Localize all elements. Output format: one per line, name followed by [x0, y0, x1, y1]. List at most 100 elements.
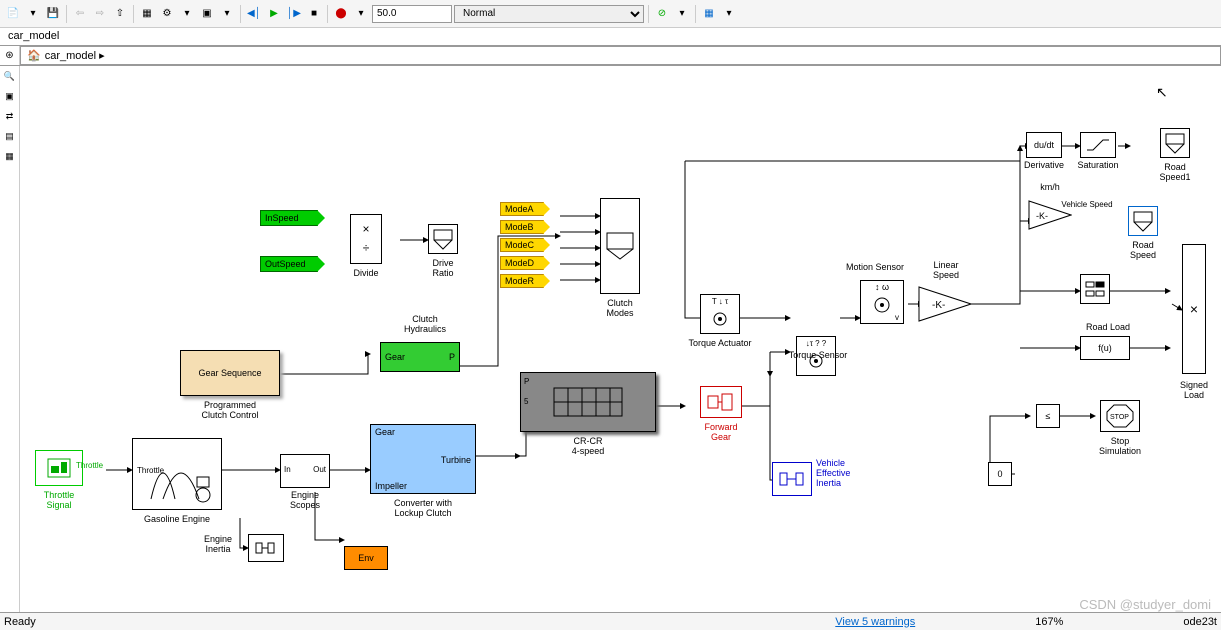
mode-d-tag[interactable]: ModeD	[500, 256, 544, 270]
dropdown2-icon[interactable]: ▾	[178, 5, 196, 23]
svg-text:STOP: STOP	[1110, 414, 1129, 421]
road-load-block[interactable]: f(u)	[1080, 336, 1130, 360]
zoom-icon[interactable]: 🔍	[2, 68, 18, 84]
status-bar: Ready View 5 warnings 167% ode23t	[0, 612, 1221, 630]
divide-block[interactable]: × ÷	[350, 214, 382, 264]
signed-load-label: Signed Load	[1170, 380, 1218, 400]
kmh-label: km/h	[1030, 182, 1070, 192]
model-browser-icon[interactable]: ⊛	[0, 46, 20, 65]
stop-sim-label: Stop Simulation	[1092, 436, 1148, 456]
stop-icon[interactable]: ■	[305, 5, 323, 23]
throttle-signal-label: Throttle Signal	[35, 490, 83, 510]
road-speed-label: Road Speed	[1122, 240, 1164, 260]
fit-icon[interactable]: ▣	[2, 88, 18, 104]
road-speed1-scope[interactable]	[1160, 128, 1190, 158]
mode-c-tag[interactable]: ModeC	[500, 238, 544, 252]
drive-ratio-scope[interactable]	[428, 224, 458, 254]
vehicle-inertia-block[interactable]	[772, 462, 812, 496]
arrows-icon[interactable]: ⇄	[2, 108, 18, 124]
mode-b-tag[interactable]: ModeB	[500, 220, 544, 234]
breadcrumb[interactable]: 🏠car_model ▸	[20, 46, 1221, 65]
vehicle-inertia-label: Vehicle Effective Inertia	[816, 458, 864, 488]
programmed-label: Programmed Clutch Control	[180, 400, 280, 420]
palette: 🔍 ▣ ⇄ ▤ ▦	[0, 66, 20, 612]
stop-time-input[interactable]	[372, 5, 452, 23]
saturation-label: Saturation	[1074, 160, 1122, 170]
linear-speed-label: Linear Speed	[922, 260, 970, 280]
torque-actuator-label: Torque Actuator	[678, 338, 762, 348]
gasoline-engine-block[interactable]: Throttle	[132, 438, 222, 510]
fwd-icon[interactable]: ⇨	[91, 5, 109, 23]
tune-icon[interactable]: ⊘	[653, 5, 671, 23]
simulation-mode-select[interactable]: Normal	[454, 5, 644, 23]
crcr-block[interactable]: P 5	[520, 372, 656, 432]
solver-label: ode23t	[1183, 616, 1217, 628]
main-toolbar: 📄 ▾ 💾 ⇦ ⇨ ⇧ ▦ ⚙ ▾ ▣ ▾ ◀│ ▶ │▶ ■ ⬤ ▾ Norm…	[0, 0, 1221, 28]
torque-sensor-label: Torque Sensor	[776, 350, 860, 360]
new-icon[interactable]: 📄	[4, 5, 22, 23]
derivative-label: Derivative	[1020, 160, 1068, 170]
dropdown6-icon[interactable]: ▾	[720, 5, 738, 23]
inspeed-tag[interactable]: InSpeed	[260, 210, 318, 226]
road-speed-scope[interactable]	[1128, 206, 1158, 236]
outspeed-tag[interactable]: OutSpeed	[260, 256, 318, 272]
explorer-icon[interactable]: ▣	[198, 5, 216, 23]
selector-block[interactable]	[1080, 274, 1110, 304]
model-title: car_model	[0, 28, 1221, 46]
nav-row: ⊛ 🏠car_model ▸	[0, 46, 1221, 66]
save-icon[interactable]: 💾	[44, 5, 62, 23]
step-fwd-icon[interactable]: │▶	[285, 5, 303, 23]
canvas[interactable]: Throttle Throttle Signal Throttle Gasoli…	[20, 66, 1221, 612]
torque-actuator-block[interactable]: T ↓ τ	[700, 294, 740, 334]
svg-text:-K-: -K-	[1036, 211, 1048, 221]
library-icon[interactable]: ▦	[138, 5, 156, 23]
road-speed1-label: Road Speed1	[1152, 162, 1198, 182]
calendar-icon[interactable]: ▦	[700, 5, 718, 23]
gear-sequence-block[interactable]: Gear Sequence	[180, 350, 280, 396]
engine-scopes-label: Engine Scopes	[280, 490, 330, 510]
dropdown-icon[interactable]: ▾	[24, 5, 42, 23]
dropdown4-icon[interactable]: ▾	[352, 5, 370, 23]
converter-block[interactable]: Gear Turbine Impeller	[370, 424, 476, 494]
product-block[interactable]: ×	[1182, 244, 1206, 374]
annotation-icon[interactable]: ▤	[2, 128, 18, 144]
forward-gear-block[interactable]	[700, 386, 742, 418]
motion-sensor-label: Motion Sensor	[840, 262, 910, 272]
derivative-block[interactable]: du/dt	[1026, 132, 1062, 158]
back-icon[interactable]: ⇦	[71, 5, 89, 23]
forward-gear-label: Forward Gear	[696, 422, 746, 442]
engine-scopes-block[interactable]: In Out	[280, 454, 330, 488]
mode-a-tag[interactable]: ModeA	[500, 202, 544, 216]
mode-r-tag[interactable]: ModeR	[500, 274, 544, 288]
engine-inertia-block[interactable]	[248, 534, 284, 562]
zero-constant[interactable]: 0	[988, 462, 1012, 486]
svg-text:-K-: -K-	[932, 300, 945, 311]
crcr-label: CR-CR 4-speed	[520, 436, 656, 456]
env-block[interactable]: Env	[344, 546, 388, 570]
linear-speed-gain[interactable]: -K-	[918, 286, 972, 325]
motion-sensor-block[interactable]: ↕ ω v	[860, 280, 904, 324]
warnings-link[interactable]: View 5 warnings	[835, 616, 915, 628]
image-icon[interactable]: ▦	[2, 148, 18, 164]
clutch-hydraulics-label: Clutch Hydraulics	[390, 314, 460, 334]
stop-sim-block[interactable]: STOP	[1100, 400, 1140, 432]
zoom-level: 167%	[1035, 616, 1063, 628]
clutch-hydraulics-block[interactable]: Gear P	[380, 342, 460, 372]
vehicle-speed-label: Vehicle Speed	[1052, 200, 1122, 209]
run-icon[interactable]: ▶	[265, 5, 283, 23]
gear-icon[interactable]: ⚙	[158, 5, 176, 23]
compare-block[interactable]: ≤	[1036, 404, 1060, 428]
throttle-port-label: Throttle	[76, 461, 103, 470]
record-icon[interactable]: ⬤	[332, 5, 350, 23]
drive-ratio-label: Drive Ratio	[422, 258, 464, 278]
step-back-icon[interactable]: ◀│	[245, 5, 263, 23]
watermark: CSDN @studyer_domi	[1079, 597, 1211, 612]
engine-inertia-label: Engine Inertia	[198, 534, 238, 554]
dropdown5-icon[interactable]: ▾	[673, 5, 691, 23]
converter-label: Converter with Lockup Clutch	[370, 498, 476, 518]
up-icon[interactable]: ⇧	[111, 5, 129, 23]
dropdown3-icon[interactable]: ▾	[218, 5, 236, 23]
saturation-block[interactable]	[1080, 132, 1116, 158]
clutch-modes-block[interactable]	[600, 198, 640, 294]
main-area: 🔍 ▣ ⇄ ▤ ▦	[0, 66, 1221, 612]
